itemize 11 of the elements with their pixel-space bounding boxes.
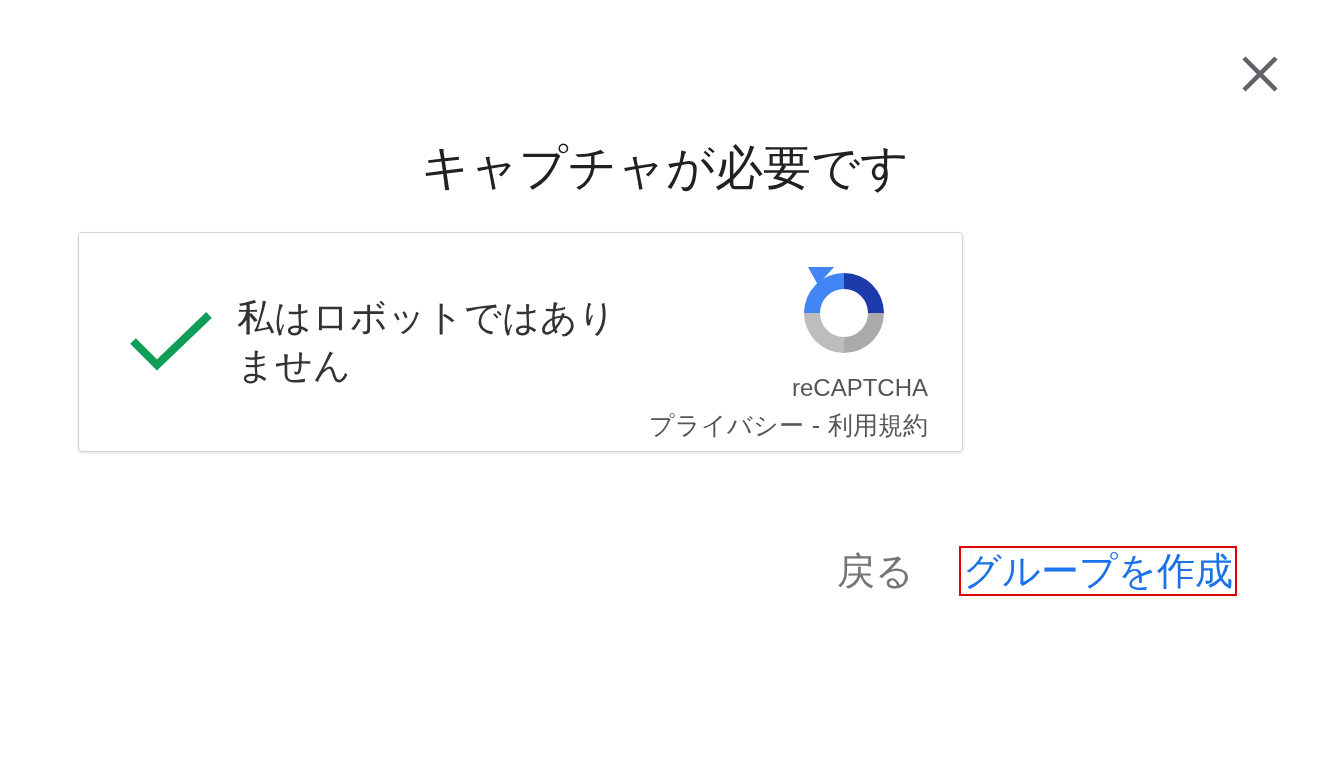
close-icon (1240, 54, 1280, 94)
close-button[interactable] (1240, 54, 1280, 94)
terms-link[interactable]: 利用規約 (828, 409, 928, 441)
create-group-button[interactable]: グループを作成 (959, 546, 1237, 596)
captcha-label: 私はロボットではありません (237, 296, 617, 388)
checkmark-icon[interactable] (129, 311, 213, 373)
dialog-title: キャプチャが必要です (419, 140, 910, 196)
separator-text: - (811, 410, 820, 441)
back-button[interactable]: 戻る (834, 546, 917, 596)
brand-label: reCAPTCHA (791, 373, 928, 403)
privacy-link[interactable]: プライバシー (648, 409, 804, 441)
